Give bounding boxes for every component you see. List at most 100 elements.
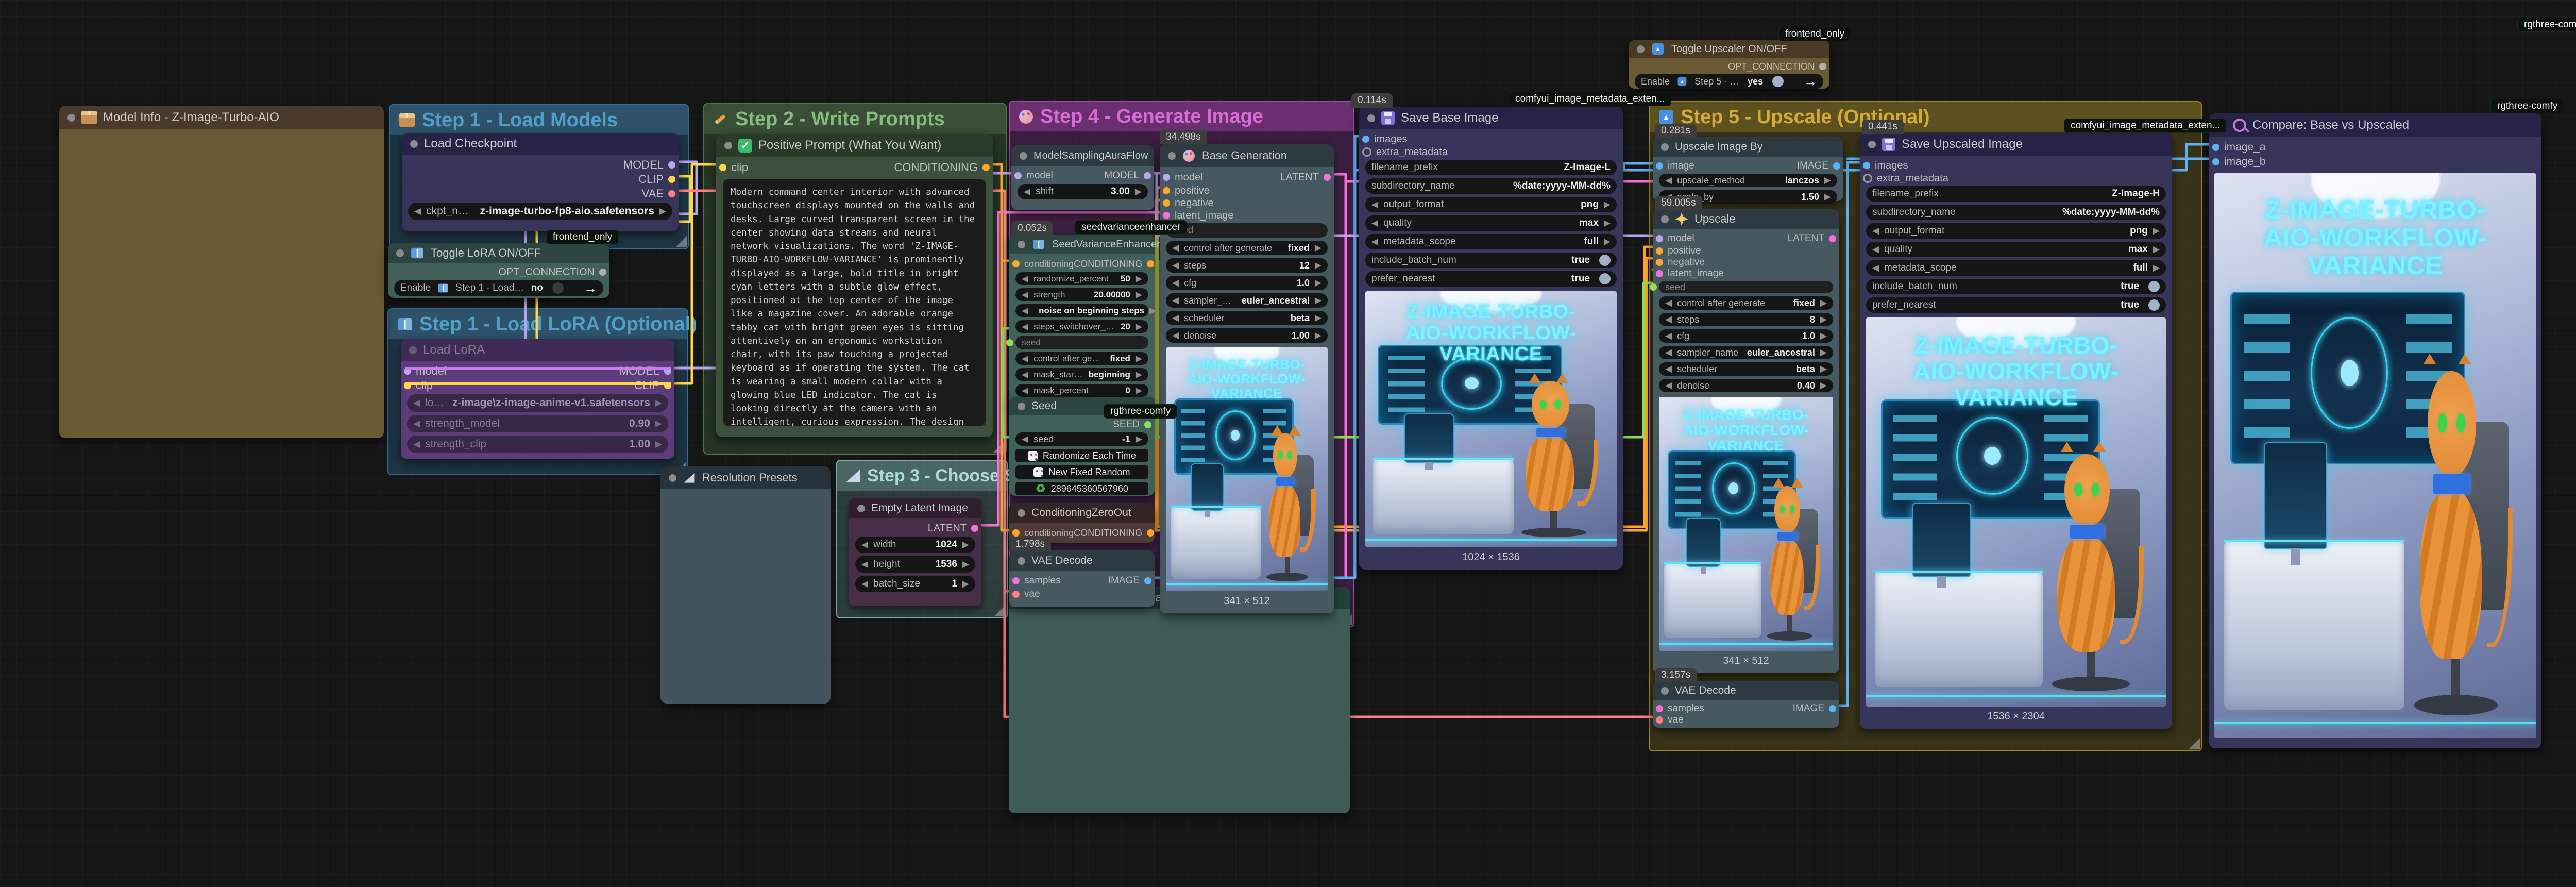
- strength-widget[interactable]: ◀strength20.00000▶: [1015, 288, 1148, 301]
- latent-image-input-port[interactable]: [1656, 270, 1663, 277]
- output-format-widget[interactable]: ◀output_formatpng▶: [1866, 223, 2166, 239]
- mask-starts-at-widget[interactable]: ◀mask_starts_atbeginning▶: [1015, 368, 1148, 381]
- node-base-generation[interactable]: Base Generation modelLATENT positive neg…: [1160, 144, 1334, 613]
- conditioning-output-port[interactable]: [1147, 529, 1154, 537]
- toggle-knob[interactable]: [1772, 76, 1784, 87]
- width-widget[interactable]: ◀width1024▶: [855, 537, 975, 553]
- images-input-port[interactable]: [1863, 162, 1870, 169]
- opt-connection-port[interactable]: [1819, 63, 1826, 70]
- subdirectory-name-widget[interactable]: subdirectory_name%date:yyyy-MM-dd%: [1866, 205, 2166, 220]
- conditioning-output-port[interactable]: [982, 164, 990, 171]
- toggle-lora-widget[interactable]: Enable Step 1 - Load LoRA (Optional) no …: [394, 280, 603, 296]
- image-input-port[interactable]: [1656, 162, 1663, 170]
- model-output-port[interactable]: [1144, 172, 1151, 179]
- seed-value-widget[interactable]: ◀seed-1▶: [1015, 432, 1148, 446]
- prev-arrow-icon[interactable]: ◀: [414, 206, 421, 216]
- image-output-port[interactable]: [1144, 577, 1151, 584]
- prefer-nearest-widget[interactable]: prefer_nearesttrue: [1866, 297, 2166, 313]
- node-seed-variance-enhancer[interactable]: SeedVarianceEnhancer conditioningCONDITI…: [1009, 235, 1155, 410]
- node-vae-decode-upscale[interactable]: VAE Decode samplesIMAGE vae: [1653, 681, 1839, 728]
- steps-widget[interactable]: ◀steps8▶: [1659, 313, 1833, 326]
- randomize-each-time-button[interactable]: Randomize Each Time: [1015, 449, 1148, 462]
- steps-switchover-widget[interactable]: ◀steps_switchover_perce ...20▶: [1015, 320, 1148, 333]
- conditioning-input-port[interactable]: [1012, 529, 1020, 537]
- include-batch-num-widget[interactable]: include_batch_numtrue: [1365, 253, 1617, 268]
- shift-widget[interactable]: ◀shift3.00▶: [1018, 184, 1148, 199]
- vae-output-port[interactable]: [668, 190, 675, 197]
- image-a-input-port[interactable]: [2212, 144, 2219, 151]
- seed-input-port[interactable]: [1650, 283, 1657, 291]
- vae-input-port[interactable]: [1656, 716, 1663, 724]
- mask-percent-widget[interactable]: ◀mask_percent0▶: [1015, 384, 1148, 397]
- metadata-scope-widget[interactable]: ◀metadata_scopefull▶: [1365, 234, 1617, 249]
- node-toggle-lora[interactable]: Toggle LoRA ON/OFF OPT_CONNECTION Enable…: [388, 243, 609, 298]
- prefer-nearest-widget[interactable]: prefer_nearesttrue: [1365, 271, 1617, 287]
- model-input-port[interactable]: [1014, 172, 1022, 179]
- clip-input-port[interactable]: [719, 164, 726, 171]
- batch-size-widget[interactable]: ◀batch_size1▶: [855, 576, 975, 592]
- extra-metadata-input-port[interactable]: [1863, 174, 1872, 183]
- toggle-knob[interactable]: [1599, 273, 1611, 284]
- node-save-base-image[interactable]: Save Base Image images extra_metadata fi…: [1359, 107, 1623, 570]
- strength-clip-widget[interactable]: ◀strength_clip1.00▶: [407, 436, 668, 453]
- metadata-scope-widget[interactable]: ◀metadata_scopefull▶: [1866, 260, 2166, 276]
- sampler-name-widget[interactable]: ◀sampler_nameeuler_ancestral▶: [1659, 346, 1833, 359]
- last-seed-button[interactable]: ♻289645360567960: [1015, 482, 1148, 495]
- model-input-port[interactable]: [1163, 174, 1170, 181]
- negative-input-port[interactable]: [1656, 259, 1663, 266]
- toggle-knob[interactable]: [2148, 281, 2160, 292]
- control-after-generate-widget[interactable]: ◀control after generatefixed▶: [1166, 241, 1328, 255]
- randomize-percent-widget[interactable]: ◀randomize_percent50▶: [1015, 272, 1148, 285]
- toggle-knob[interactable]: [552, 282, 564, 294]
- upscale-method-widget[interactable]: ◀upscale_methodlanczos▶: [1659, 174, 1837, 187]
- strength-model-widget[interactable]: ◀strength_model0.90▶: [407, 415, 668, 432]
- preview-image[interactable]: Z-IMAGE-TURBO-AIO-WORKFLOW-VARIANCE: [2214, 173, 2536, 738]
- opt-connection-port[interactable]: [599, 269, 606, 276]
- note-seed-variance-guide[interactable]: Seed Variance Enhancer Guide: [1009, 587, 1350, 813]
- vae-input-port[interactable]: [1012, 591, 1020, 598]
- include-batch-num-widget[interactable]: include_batch_numtrue: [1866, 279, 2166, 294]
- next-arrow-icon[interactable]: ▶: [659, 206, 666, 216]
- positive-input-port[interactable]: [1163, 187, 1170, 194]
- filename-prefix-widget[interactable]: filename_prefixZ-Image-L: [1365, 160, 1617, 175]
- node-upscale[interactable]: Upscale modelLATENT positive negative la…: [1653, 209, 1839, 673]
- quality-widget[interactable]: ◀qualitymax▶: [1365, 215, 1617, 231]
- model-input-port[interactable]: [1656, 235, 1663, 242]
- negative-input-port[interactable]: [1163, 199, 1170, 207]
- control-after-generate-widget[interactable]: ◀control after generatefixed▶: [1015, 352, 1148, 365]
- seed-input-widget[interactable]: seed: [1015, 336, 1148, 349]
- node-load-checkpoint[interactable]: Load Checkpoint MODEL CLIP VAE ◀ckpt_nam…: [402, 133, 679, 231]
- latent-output-port[interactable]: [1829, 235, 1836, 242]
- quality-widget[interactable]: ◀qualitymax▶: [1866, 242, 2166, 257]
- control-after-generate-widget[interactable]: ◀control after generatefixed▶: [1659, 296, 1833, 310]
- node-positive-prompt[interactable]: Positive Prompt (What You Want) clipCOND…: [716, 134, 993, 437]
- cfg-widget[interactable]: ◀cfg1.0▶: [1166, 276, 1328, 290]
- node-model-sampling-auraflow[interactable]: ModelSamplingAuraFlow modelMODEL ◀shift3…: [1011, 145, 1154, 210]
- run-arrow-icon[interactable]: →: [584, 281, 597, 295]
- node-upscale-image-by[interactable]: Upscale Image By imageIMAGE ◀upscale_met…: [1653, 137, 1843, 201]
- subdirectory-name-widget[interactable]: subdirectory_name%date:yyyy-MM-dd%: [1365, 178, 1617, 194]
- denoise-widget[interactable]: ◀denoise1.00▶: [1166, 328, 1328, 343]
- node-empty-latent-image[interactable]: Empty Latent Image LATENT ◀width1024▶ ◀h…: [849, 498, 981, 606]
- height-widget[interactable]: ◀height1536▶: [855, 556, 975, 573]
- steps-widget[interactable]: ◀steps12▶: [1166, 258, 1328, 273]
- image-output-port[interactable]: [1829, 705, 1836, 712]
- toggle-upscaler-widget[interactable]: Enable Step 5 - Upscale (Optional) yes →: [1635, 74, 1823, 89]
- cfg-widget[interactable]: ◀cfg1.0▶: [1659, 329, 1833, 343]
- new-fixed-random-button[interactable]: New Fixed Random: [1015, 465, 1148, 479]
- output-format-widget[interactable]: ◀output_formatpng▶: [1365, 197, 1617, 212]
- sampler-name-widget[interactable]: ◀sampler_nameeuler_ancestral▶: [1166, 293, 1328, 308]
- model-output-port[interactable]: [668, 161, 675, 169]
- toggle-knob[interactable]: [2148, 299, 2160, 311]
- prompt-textarea[interactable]: Modern command center interior with adva…: [723, 179, 986, 426]
- latent-output-port[interactable]: [971, 525, 978, 532]
- lora-name-widget[interactable]: ◀lora_namez-image\z-image-anime-v1.safet…: [407, 394, 668, 412]
- node-compare-base-vs-upscaled[interactable]: Compare: Base vs Upscaled image_a image_…: [2209, 113, 2541, 748]
- samples-input-port[interactable]: [1656, 705, 1663, 712]
- run-arrow-icon[interactable]: →: [1804, 75, 1817, 88]
- conditioning-input-port[interactable]: [1012, 260, 1020, 267]
- node-vae-decode-base[interactable]: VAE Decode samplesIMAGE vae: [1009, 550, 1155, 607]
- scheduler-widget[interactable]: ◀schedulerbeta▶: [1166, 311, 1328, 325]
- noise-mode-widget[interactable]: ◀n ...noise on beginning steps▶: [1015, 304, 1148, 317]
- ckpt-name-widget[interactable]: ◀ckpt_namez-image-turbo-fp8-aio.safetens…: [408, 203, 672, 220]
